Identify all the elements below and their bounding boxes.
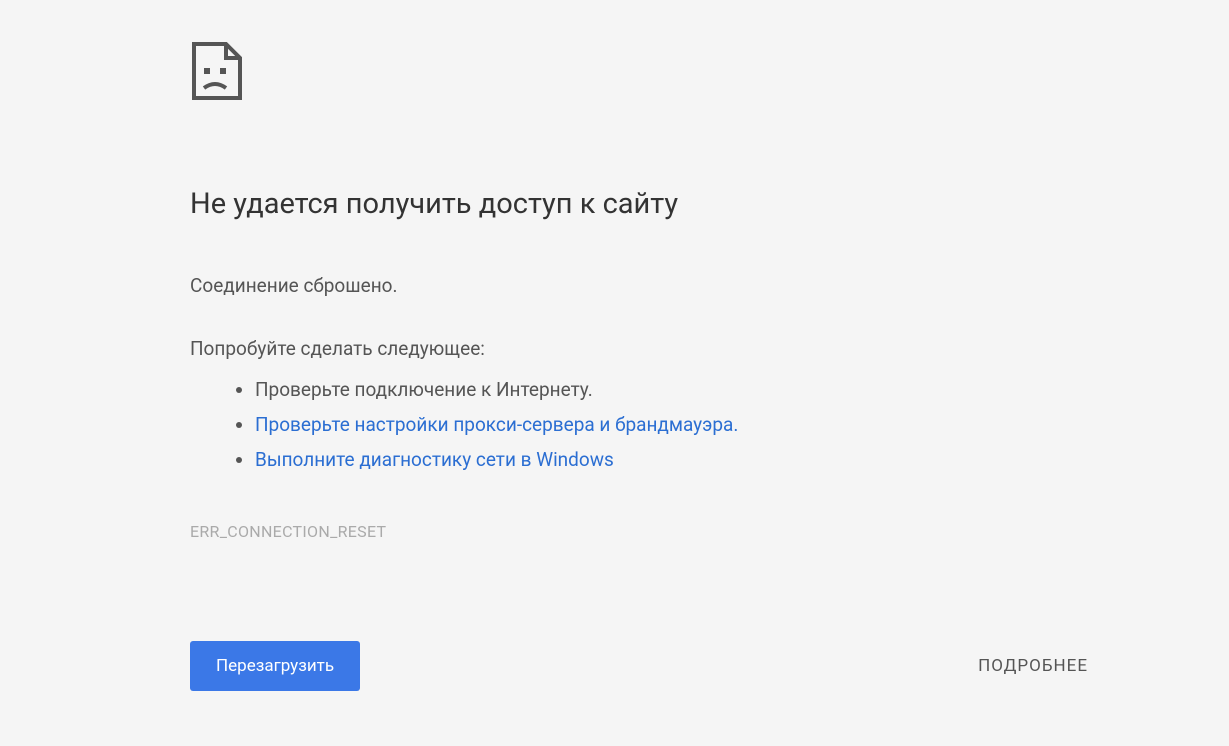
error-page: Не удается получить доступ к сайту Соеди… [0, 0, 1229, 691]
proxy-firewall-link[interactable]: Проверьте настройки прокси-сервера и бра… [255, 413, 738, 436]
details-button[interactable]: ПОДРОБНЕЕ [978, 656, 1088, 676]
error-message: Соединение сброшено. [190, 274, 1089, 297]
button-row: Перезагрузить ПОДРОБНЕЕ [190, 641, 1088, 691]
list-item: Проверьте подключение к Интернету. [255, 372, 1089, 407]
error-heading: Не удается получить доступ к сайту [190, 186, 1089, 224]
sad-file-icon [190, 40, 1089, 106]
list-item: Проверьте настройки прокси-сервера и бра… [255, 407, 1089, 442]
network-diagnostics-link[interactable]: Выполните диагностику сети в Windows [255, 448, 614, 471]
reload-button[interactable]: Перезагрузить [190, 641, 360, 691]
suggestions-list: Проверьте подключение к Интернету. Прове… [190, 372, 1089, 477]
list-item: Выполните диагностику сети в Windows [255, 442, 1089, 477]
suggestion-text: Проверьте подключение к Интернету. [255, 378, 593, 401]
error-code: ERR_CONNECTION_RESET [190, 522, 1089, 541]
try-label: Попробуйте сделать следующее: [190, 337, 1089, 360]
